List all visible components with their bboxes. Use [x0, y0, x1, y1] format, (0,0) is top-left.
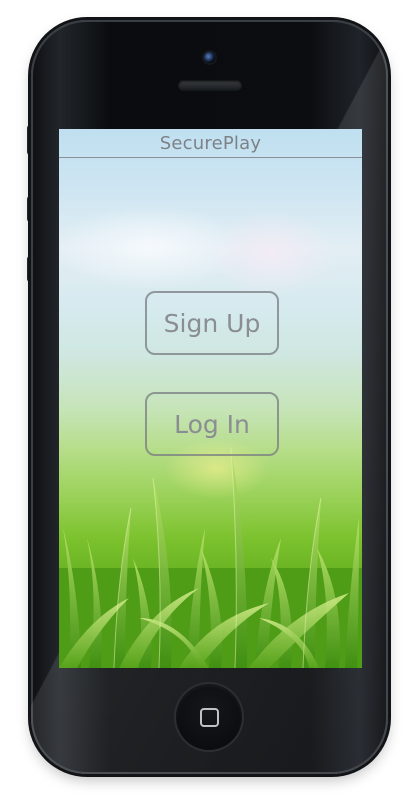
log-in-button[interactable]: Log In	[145, 392, 279, 456]
device-stage: SecurePlay Sign Up Log In	[0, 0, 417, 800]
sign-up-button[interactable]: Sign Up	[145, 291, 279, 355]
camera-icon	[204, 52, 215, 63]
app-title: SecurePlay	[159, 132, 262, 154]
home-button[interactable]	[176, 684, 242, 750]
speaker-grille-icon	[178, 80, 242, 91]
home-button-icon	[199, 707, 219, 727]
app-header: SecurePlay	[59, 129, 362, 158]
app-screen: SecurePlay Sign Up Log In	[59, 129, 362, 668]
